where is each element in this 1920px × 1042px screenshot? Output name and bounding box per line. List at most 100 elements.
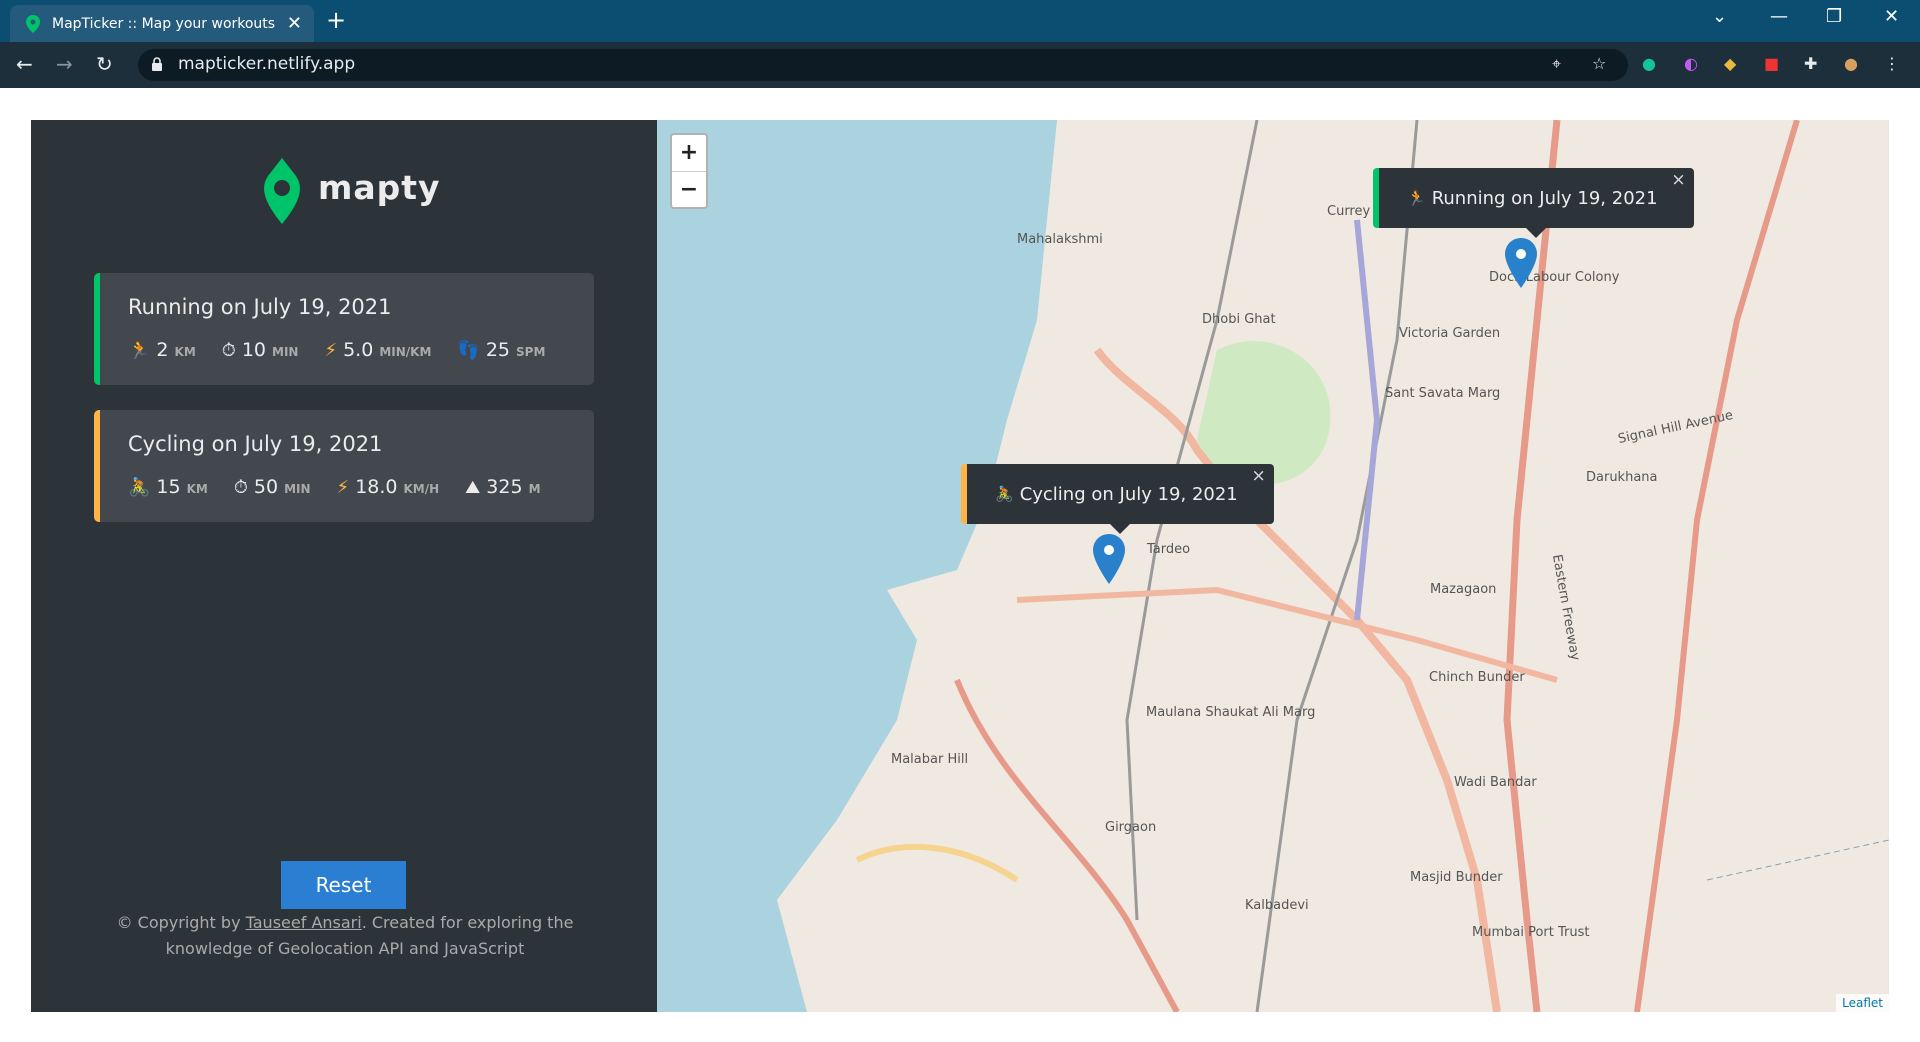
stat-value: 50 xyxy=(253,476,279,498)
reset-button[interactable]: Reset xyxy=(281,861,406,909)
running-icon: 🏃 xyxy=(128,340,151,361)
map-tiles xyxy=(777,120,1889,1012)
map-label: Kalbadevi xyxy=(1245,898,1309,913)
map-label: Darukhana xyxy=(1586,470,1658,485)
stat-cadence: 👣 25 SPM xyxy=(457,339,545,361)
map-marker-icon[interactable] xyxy=(1093,534,1125,584)
map-label: Wadi Bandar xyxy=(1454,775,1537,790)
forward-icon[interactable]: → xyxy=(56,52,73,76)
close-icon[interactable]: × xyxy=(1671,170,1685,190)
grammarly-icon[interactable]: ● xyxy=(1642,54,1656,73)
close-icon[interactable]: × xyxy=(1252,466,1266,486)
stat-value: 10 xyxy=(241,339,266,361)
workout-stats: 🚴 15 KM ⏱ 50 MIN ⚡ 18.0 KM/H ⛰ 325 M xyxy=(128,476,567,498)
pdf-icon[interactable]: ■ xyxy=(1764,54,1779,73)
workout-title: Cycling on July 19, 2021 xyxy=(128,432,383,456)
stat-value: 18.0 xyxy=(355,476,398,498)
stat-distance: 🏃 2 KM xyxy=(128,339,196,361)
stat-unit: M xyxy=(528,482,541,496)
footprint-icon: 👣 xyxy=(457,340,480,361)
copyright-prefix: © Copyright by xyxy=(116,913,246,932)
map-label: Chinch Bunder xyxy=(1429,670,1525,685)
brand-name: mapty xyxy=(318,168,441,207)
popup-tip xyxy=(1526,228,1547,238)
popup-tip xyxy=(1110,524,1131,534)
stopwatch-icon: ⏱ xyxy=(221,340,236,361)
stat-pace: ⚡ 5.0 MIN/KM xyxy=(324,339,431,361)
stat-unit: SPM xyxy=(516,345,546,359)
stat-unit: MIN xyxy=(272,345,299,359)
map-marker-icon[interactable] xyxy=(1505,238,1537,288)
map-label: Sant Savata Marg xyxy=(1385,386,1501,401)
map-label: Mazagaon xyxy=(1430,582,1497,597)
reload-icon[interactable]: ↻ xyxy=(96,52,113,76)
map-label: Currey xyxy=(1327,204,1371,219)
workout-stats: 🏃 2 KM ⏱ 10 MIN ⚡ 5.0 MIN/KM 👣 25 SPM xyxy=(128,339,571,361)
stat-value: 2 xyxy=(156,339,169,361)
copyright-text: © Copyright by Tauseef Ansari. Created f… xyxy=(110,910,580,962)
author-link[interactable]: Tauseef Ansari xyxy=(246,913,362,932)
stat-value: 325 xyxy=(486,476,523,498)
lock-icon xyxy=(152,57,162,71)
avatar[interactable]: ● xyxy=(1844,54,1858,73)
running-icon: 🏃 xyxy=(1407,189,1426,207)
stat-value: 15 xyxy=(156,476,181,498)
stat-elevation: ⛰ 325 M xyxy=(465,476,540,498)
map-label: Dhobi Ghat xyxy=(1202,312,1276,327)
stat-duration: ⏱ 50 MIN xyxy=(234,476,311,498)
stat-unit: KM xyxy=(186,482,208,496)
tab-title: MapTicker :: Map your workouts xyxy=(52,15,276,32)
browser-tab[interactable]: MapTicker :: Map your workouts ✕ xyxy=(10,5,314,42)
profile-dropdown-icon[interactable]: ⌄ xyxy=(1712,6,1727,27)
workout-card-cycling[interactable]: Cycling on July 19, 2021 🚴 15 KM ⏱ 50 MIN ⚡ 1… xyxy=(94,410,594,522)
popup-title: Cycling on July 19, 2021 xyxy=(1019,483,1238,505)
mapty-logo-icon xyxy=(264,158,300,224)
map-label: Malabar Hill xyxy=(891,752,969,767)
stat-value: 5.0 xyxy=(343,339,374,361)
map-pin-icon xyxy=(26,14,40,33)
popup-running[interactable]: 🏃 Running on July 19, 2021 × xyxy=(1373,168,1694,238)
back-icon[interactable]: ← xyxy=(16,52,33,76)
map-label: Maulana Shaukat Ali Marg xyxy=(1146,705,1316,720)
stopwatch-icon: ⏱ xyxy=(233,477,248,498)
window-close-icon[interactable]: ✕ xyxy=(1884,6,1899,27)
puzzle-icon[interactable]: ✚ xyxy=(1804,54,1817,73)
map[interactable]: Mahalakshmi Dhobi Ghat Victoria Garden S… xyxy=(657,120,1889,1012)
map-label: Tardeo xyxy=(1147,542,1191,557)
stat-distance: 🚴 15 KM xyxy=(128,476,208,498)
stat-unit: KM xyxy=(174,345,196,359)
new-tab-icon[interactable]: + xyxy=(326,6,346,34)
bookmark-star-icon[interactable]: ☆ xyxy=(1592,54,1606,73)
leaflet-attribution[interactable]: Leaflet xyxy=(1836,994,1889,1012)
map-label: Mahalakshmi xyxy=(1017,232,1103,247)
menu-icon[interactable]: ⋮ xyxy=(1884,54,1900,73)
popup-title: Running on July 19, 2021 xyxy=(1431,187,1658,209)
close-icon[interactable]: ✕ xyxy=(287,13,302,34)
workout-title: Running on July 19, 2021 xyxy=(128,295,392,319)
stat-speed: ⚡ 18.0 KM/H xyxy=(337,476,440,498)
stat-value: 25 xyxy=(485,339,510,361)
lightning-icon: ⚡ xyxy=(324,340,338,361)
map-label: Mumbai Port Trust xyxy=(1472,925,1590,940)
stat-unit: MIN/KM xyxy=(379,345,432,359)
zoom-out-button[interactable]: − xyxy=(672,172,706,208)
zoom-in-button[interactable]: + xyxy=(672,135,706,172)
extension-color-icon[interactable]: ◆ xyxy=(1724,54,1736,73)
location-icon[interactable]: ⌖ xyxy=(1552,54,1561,74)
zoom-control: + − xyxy=(670,133,708,209)
cycling-icon: 🚴 xyxy=(995,485,1014,503)
mountain-icon: ⛰ xyxy=(465,477,481,498)
stat-unit: MIN xyxy=(284,482,311,496)
browser-titlebar: MapTicker :: Map your workouts ✕ + ⌄ — ❐… xyxy=(0,0,1920,42)
omnibox[interactable] xyxy=(138,49,1628,81)
lightning-icon: ⚡ xyxy=(336,477,350,498)
stat-unit: KM/H xyxy=(403,482,440,496)
workout-card-running[interactable]: Running on July 19, 2021 🏃 2 KM ⏱ 10 MIN ⚡ 5.… xyxy=(94,273,594,385)
minimize-icon[interactable]: — xyxy=(1770,6,1788,27)
restore-icon[interactable]: ❐ xyxy=(1826,6,1842,27)
map-label: Victoria Garden xyxy=(1399,326,1501,341)
url-text[interactable]: mapticker.netlify.app xyxy=(178,54,355,74)
extension-icon[interactable]: ◐ xyxy=(1684,54,1698,73)
map-label: Masjid Bunder xyxy=(1410,870,1503,885)
popup-cycling[interactable]: 🚴 Cycling on July 19, 2021 × xyxy=(961,464,1274,534)
